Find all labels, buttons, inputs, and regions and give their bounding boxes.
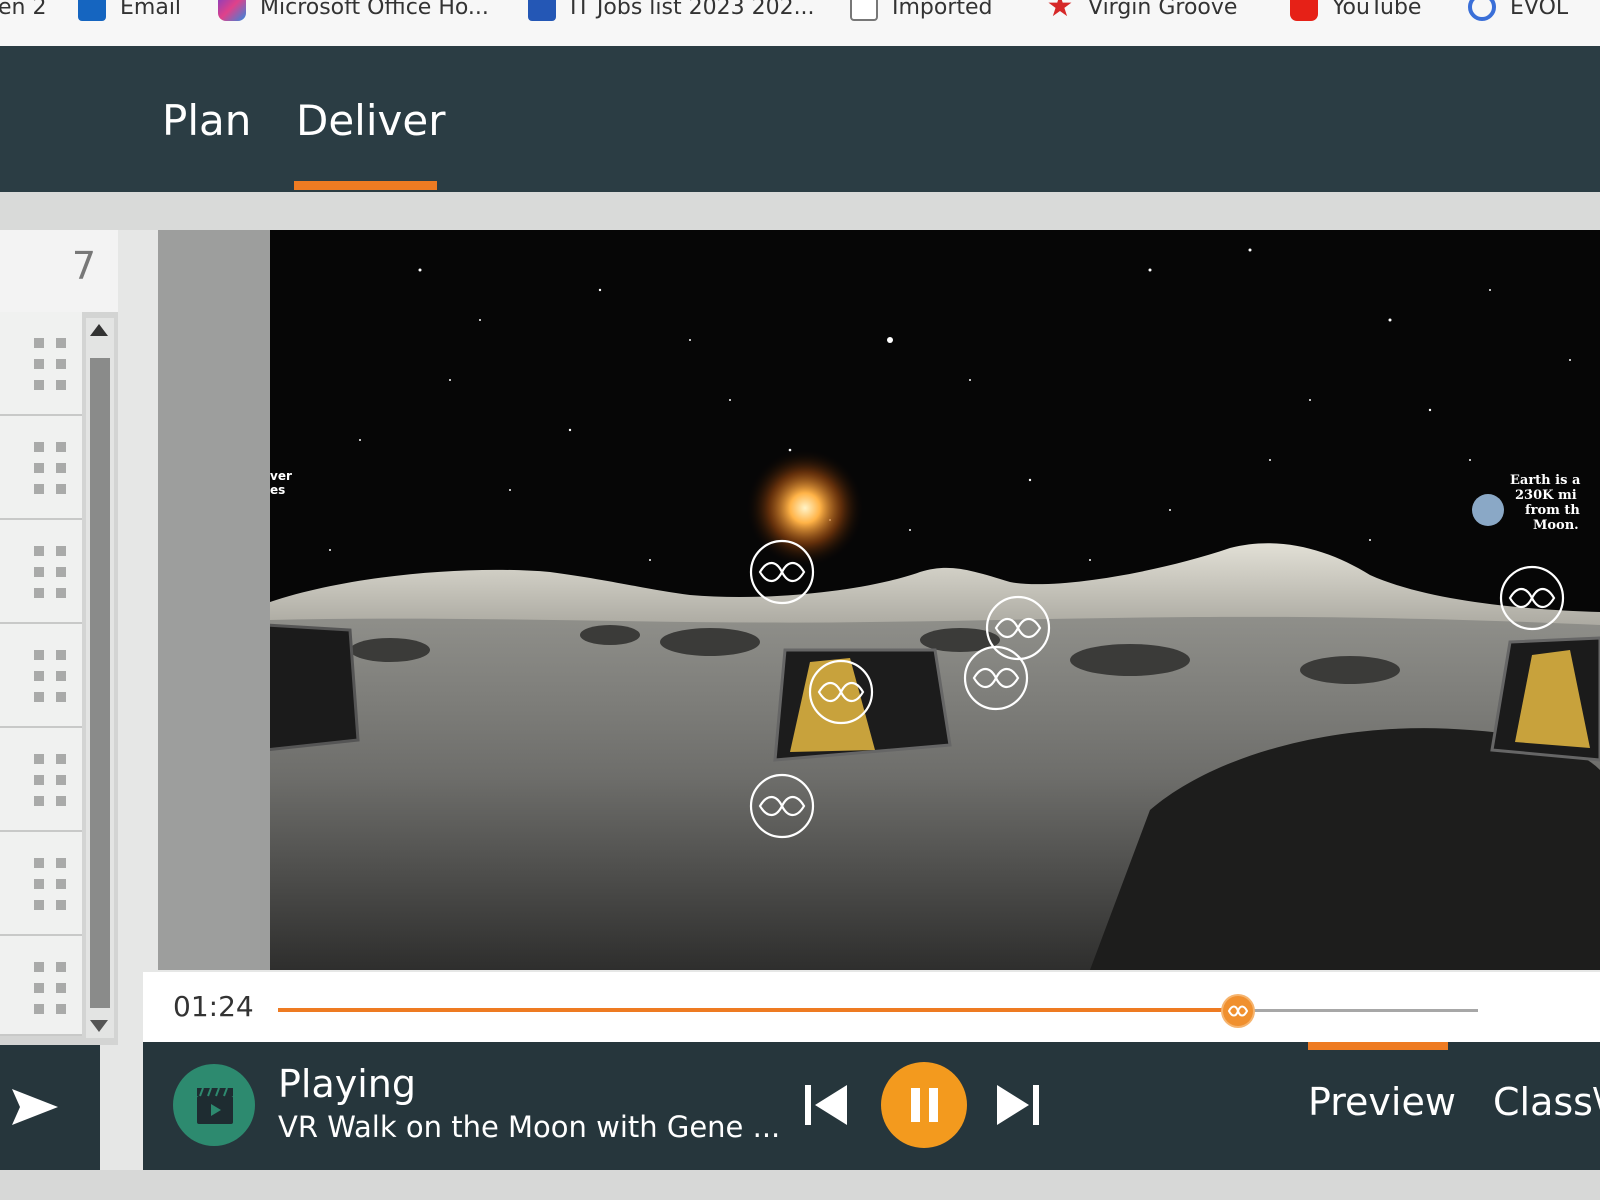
scene-left-label-2: es [270,483,285,497]
bookmark-office[interactable]: Microsoft Office Ho... [218,0,489,24]
slide-row[interactable] [0,832,82,936]
header-divider [0,192,1600,230]
bookmark-label: en 2 [0,0,47,20]
app-header: Plan Deliver [0,46,1600,192]
slide-row[interactable] [0,520,82,624]
svg-text:Earth is a: Earth is a [1510,473,1581,488]
bookmark-youtube[interactable]: YouTube [1290,0,1421,24]
moon-panorama: ver es Earth is a 230K mi from th Moon. [270,230,1600,970]
preview-active-indicator [1308,1042,1448,1050]
earth [1472,494,1504,526]
bookmark-label: YouTube [1332,0,1422,20]
slide-number: 7 [0,230,118,312]
svg-text:from th: from th [1525,503,1580,518]
slide-list [0,312,82,1036]
bookmark-label: Email [120,0,182,20]
slide-scrollbar[interactable] [86,318,114,1038]
drag-handle-icon[interactable] [34,858,66,910]
scroll-up-arrow-icon[interactable] [90,324,108,336]
send-panel [0,1045,100,1170]
infinity-icon [1227,1005,1249,1017]
bookmark-label: Microsoft Office Ho... [260,0,489,20]
elapsed-time: 01:24 [173,990,254,1023]
player-margin [158,230,278,970]
progress-played[interactable] [278,1008,1238,1012]
playback-status: Playing [278,1062,417,1106]
tab-classview[interactable]: Class\ [1493,1080,1600,1124]
progress-remaining[interactable] [1238,1009,1478,1012]
vr-moon-scene[interactable]: ver es Earth is a 230K mi from th Moon. [270,230,1600,970]
bookmark-label: Imported [892,0,993,20]
drag-handle-icon[interactable] [34,338,66,390]
office-icon [218,0,246,21]
active-tab-indicator [294,181,437,190]
evol-icon [1468,0,1496,21]
bookmarks-bar: en 2 Email Microsoft Office Ho... IT Job… [0,0,1600,46]
bookmark-evol[interactable]: EVOL [1468,0,1568,24]
pause-icon [911,1088,938,1122]
bookmark-label: IT Jobs list 2023 202... [570,0,815,20]
scene-left-label: ver [270,469,292,483]
star-icon: ★ [1046,0,1074,24]
seek-bar: 01:24 [143,972,1600,1042]
bookmark-imported[interactable]: Imported [850,0,993,24]
bookmark-jobs[interactable]: IT Jobs list 2023 202... [528,0,815,24]
send-icon[interactable] [10,1085,60,1129]
now-playing-title: VR Walk on the Moon with Gene ... [278,1110,781,1144]
slide-row[interactable] [0,416,82,520]
slide-panel: 7 [0,230,118,1045]
drag-handle-icon[interactable] [34,754,66,806]
slide-row[interactable] [0,624,82,728]
scroll-down-arrow-icon[interactable] [90,1020,108,1032]
bookmark-en2[interactable]: en 2 [0,0,46,24]
previous-track-icon[interactable] [803,1082,849,1128]
slide-row[interactable] [0,728,82,832]
svg-text:230K mi: 230K mi [1515,488,1577,503]
tab-deliver[interactable]: Deliver [296,96,445,145]
svg-text:Moon.: Moon. [1533,518,1579,533]
bottom-margin [0,1170,1600,1200]
tab-preview[interactable]: Preview [1308,1080,1456,1124]
player-controls: Playing VR Walk on the Moon with Gene ..… [143,1042,1600,1170]
bookmark-email[interactable]: Email [78,0,181,24]
youtube-icon [1290,0,1318,21]
drag-handle-icon[interactable] [34,546,66,598]
drag-handle-icon[interactable] [34,962,66,1014]
word-icon [528,0,556,21]
folder-icon [850,0,878,21]
pause-button[interactable] [881,1062,967,1148]
drag-handle-icon[interactable] [34,442,66,494]
bookmark-virgin[interactable]: ★ Virgin Groove [1046,0,1238,24]
outlook-icon [78,0,106,21]
next-track-icon[interactable] [995,1082,1041,1128]
bookmark-label: Virgin Groove [1088,0,1238,20]
scroll-thumb[interactable] [90,358,110,1008]
drag-handle-icon[interactable] [34,650,66,702]
bookmark-label: EVOL [1510,0,1569,20]
seek-handle-infinity-icon[interactable] [1223,996,1253,1026]
slide-row[interactable] [0,312,82,416]
tab-plan[interactable]: Plan [162,96,251,145]
video-clapper-icon [173,1064,255,1146]
slide-row[interactable] [0,936,82,1036]
